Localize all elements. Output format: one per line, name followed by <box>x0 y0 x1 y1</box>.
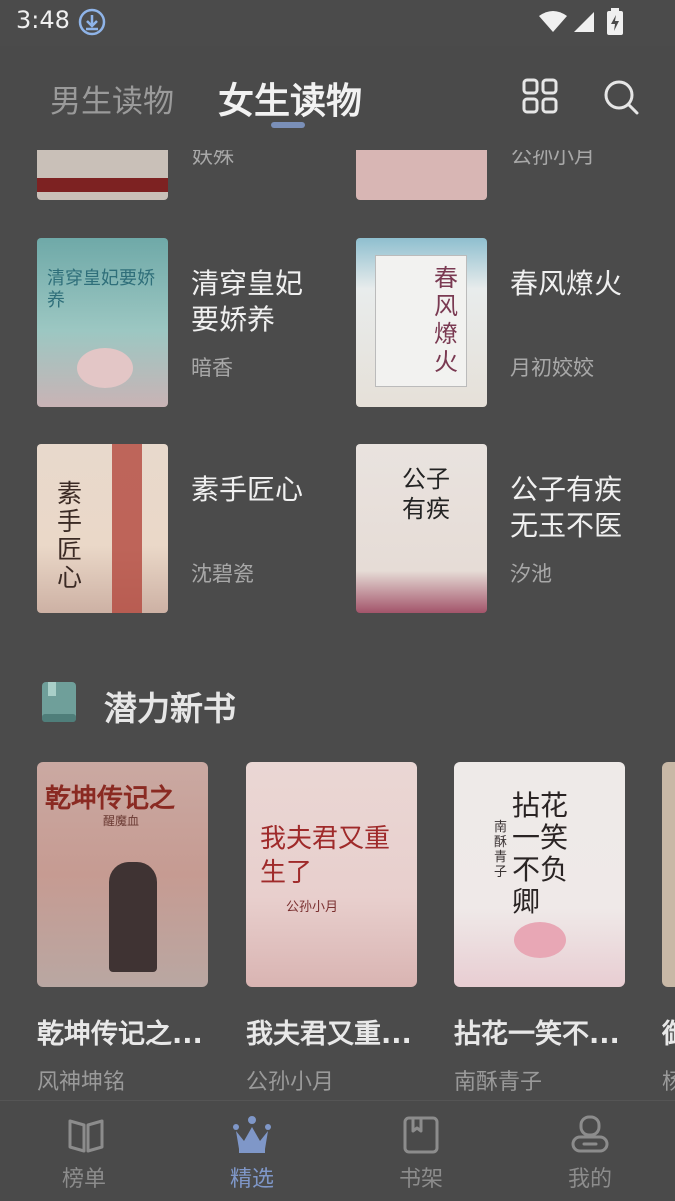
new-book-card[interactable]: 御 杨 <box>662 762 675 1100</box>
book-title: 乾坤传记之... <box>37 1019 203 1050</box>
nav-profile[interactable]: 我的 <box>506 1101 674 1201</box>
book-author: 南酥青子 <box>454 1070 543 1095</box>
tab-female-books[interactable]: 女生读物 <box>218 72 362 124</box>
book-title: 我夫君又重... <box>246 1019 412 1050</box>
book-item[interactable]: 清穿皇妃要娇养 清穿皇妃 要娇养 暗香 <box>37 238 357 408</box>
book-cover: 乾坤传记之 醒魔血 <box>37 762 208 987</box>
nav-label: 书架 <box>398 1167 443 1192</box>
user-icon <box>571 1115 609 1153</box>
book-item[interactable]: 公子有疾 公子有疾 无玉不医 汐池 <box>356 444 675 614</box>
cover-title-art: 我夫君又重生了 <box>260 824 391 888</box>
nav-label: 榜单 <box>61 1167 106 1192</box>
book-author-partial: 妖殊 <box>192 150 234 168</box>
book-author: 沈碧瓷 <box>191 562 254 586</box>
book-title-line: 春风燎火 <box>510 267 623 300</box>
app-screen: 3:48 男生读物 女生读物 妖殊 公孙小月 清穿皇妃要娇养 清穿皇妃 要娇养 … <box>0 0 675 1201</box>
bottom-navigation: 榜单 精选 书架 我的 <box>0 1100 675 1201</box>
tab-male-books[interactable]: 男生读物 <box>50 76 174 121</box>
book-item[interactable]: 素手匠心 素手匠心 沈碧瓷 <box>37 444 357 614</box>
book-author: 风神坤铭 <box>37 1070 126 1095</box>
book-title-line: 清穿皇妃 <box>191 267 304 300</box>
status-time: 3:48 <box>16 6 70 34</box>
book-cover-partial[interactable] <box>37 150 168 200</box>
cover-title-art: 乾坤传记之 <box>45 784 176 814</box>
book-title: 公子有疾 无玉不医 <box>510 472 660 544</box>
book-title: 拈花一笑不... <box>454 1019 620 1050</box>
book-title-line: 要娇养 <box>191 303 276 336</box>
book-author: 公孙小月 <box>246 1070 335 1095</box>
book-cover: 素手匠心 <box>37 444 168 613</box>
book-title: 御 <box>662 1012 675 1051</box>
cover-title-art: 拈花一笑不负卿 <box>512 789 569 918</box>
cover-title-art: 公子有疾 <box>402 465 450 523</box>
cover-subtitle-art: 南酥青子 <box>494 820 508 880</box>
book-author: 杨 <box>662 1070 675 1095</box>
status-bar: 3:48 <box>0 0 675 46</box>
featured-content: 妖殊 公孙小月 清穿皇妃要娇养 清穿皇妃 要娇养 暗香 春风燎火 春风燎火 月初… <box>0 150 675 1100</box>
book-cover: 公子有疾 <box>356 444 487 613</box>
book-title-line: 素手匠心 <box>191 473 304 506</box>
book-author-partial: 公孙小月 <box>511 150 595 168</box>
book-cover: 拈花一笑不负卿 南酥青子 <box>454 762 625 987</box>
cover-title-art: 春风燎火 <box>434 264 458 376</box>
book-title-line: 无玉不医 <box>510 509 623 542</box>
book-title: 清穿皇妃 要娇养 <box>191 266 341 338</box>
book-cover-partial[interactable] <box>356 150 487 200</box>
cover-title-art: 清穿皇妃要娇养 <box>47 268 155 311</box>
wifi-icon <box>539 11 567 32</box>
top-header: 男生读物 女生读物 <box>0 46 675 150</box>
active-tab-indicator <box>271 122 305 128</box>
nav-featured[interactable]: 精选 <box>168 1101 336 1201</box>
book-open-icon <box>68 1119 104 1153</box>
book-author: 暗香 <box>191 356 233 380</box>
crown-icon <box>233 1116 271 1153</box>
cover-subtitle-art: 公孙小月 <box>286 900 339 915</box>
signal-icon <box>574 12 594 32</box>
nav-label: 我的 <box>567 1167 612 1192</box>
cover-title-art: 素手匠心 <box>57 479 83 592</box>
download-icon <box>78 8 106 36</box>
book-title-line: 公子有疾 <box>510 473 623 506</box>
book-section-icon <box>42 682 76 722</box>
book-title: 春风燎火 <box>510 266 660 302</box>
book-cover <box>662 762 675 987</box>
category-grid-icon[interactable] <box>522 78 558 114</box>
nav-ranking[interactable]: 榜单 <box>0 1101 168 1201</box>
book-cover: 我夫君又重生了 公孙小月 <box>246 762 417 987</box>
book-title: 素手匠心 <box>191 472 341 508</box>
book-cover: 春风燎火 <box>356 238 487 407</box>
nav-label: 精选 <box>229 1167 274 1192</box>
book-author: 汐池 <box>510 562 552 586</box>
bookshelf-icon <box>403 1116 439 1154</box>
battery-icon <box>607 8 623 35</box>
cover-subtitle-art: 醒魔血 <box>103 814 140 828</box>
search-icon[interactable] <box>602 78 640 116</box>
nav-bookshelf[interactable]: 书架 <box>337 1101 505 1201</box>
book-item[interactable]: 春风燎火 春风燎火 月初姣姣 <box>356 238 675 408</box>
section-title: 潜力新书 <box>104 689 236 728</box>
book-cover: 清穿皇妃要娇养 <box>37 238 168 407</box>
book-author: 月初姣姣 <box>510 356 594 380</box>
